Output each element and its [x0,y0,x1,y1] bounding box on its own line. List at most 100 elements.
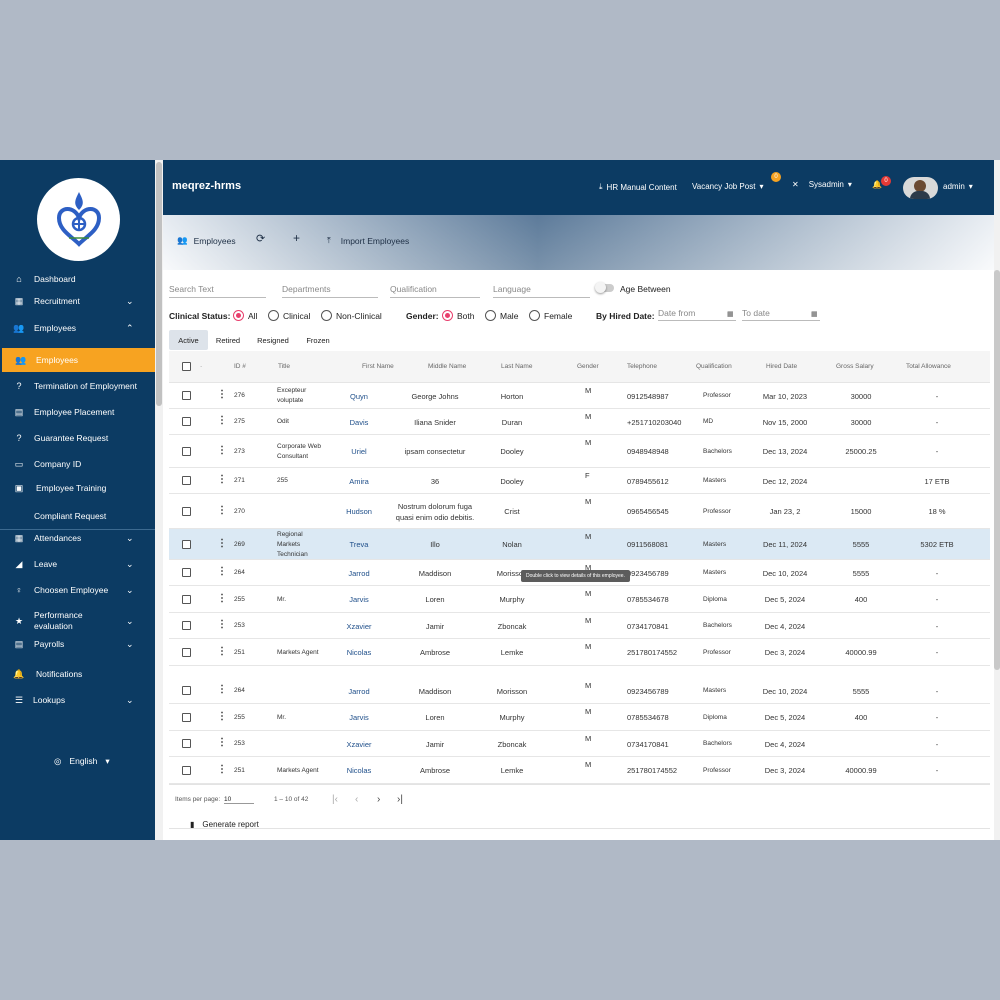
radio-clinical[interactable] [268,310,279,321]
row-actions-icon[interactable]: ⋮ [217,538,227,549]
nav-placement[interactable]: ▤ Employee Placement [0,400,155,424]
radio-gender-both[interactable] [442,310,453,321]
radio-gender-male[interactable] [485,310,496,321]
nav-company-id[interactable]: ▭ Company ID [0,452,155,476]
row-checkbox[interactable] [182,594,191,604]
nav-notifications[interactable]: 🔔 Notifications [0,662,155,686]
table-row[interactable]: ⋮ 253 Xzavier Jamir Zboncak 0734170841 Bachelo… [169,613,990,639]
sysadmin-menu[interactable]: ✕ Sysadmin ▾ [792,180,852,189]
nav-dashboard[interactable]: ⌂ Dashboard [0,267,155,291]
tab-retired[interactable]: Retired [210,330,246,350]
table-row[interactable]: ⋮ 255 Mr. Jarvis Loren Murphy 0785534678 Diplom… [169,704,990,731]
sidebar-scrollbar[interactable] [155,160,163,840]
nav-termination[interactable]: ? Termination of Employment [0,374,155,398]
radio-gender-female[interactable] [529,310,540,321]
scrollbar-thumb[interactable] [156,162,162,406]
first-page-button[interactable]: |‹ [332,794,338,805]
table-row[interactable]: ⋮ 255 Mr. Jarvis Loren Murphy 0785534678 Diplom… [169,586,990,613]
col-header[interactable]: Total Allowance [906,363,951,370]
row-actions-icon[interactable]: ⋮ [217,646,227,657]
tab-frozen[interactable]: Frozen [300,330,336,350]
select-all-checkbox[interactable] [182,362,191,371]
row-actions-icon[interactable]: ⋮ [217,737,227,748]
add-employee-button[interactable]: + [293,231,300,245]
search-input[interactable]: Search Text [169,280,266,298]
table-row[interactable]: ⋮ 271 255 Amira 36 Dooley 0789455612 Masters Dec… [169,468,990,494]
col-header[interactable]: First Name [362,363,394,370]
row-actions-icon[interactable]: ⋮ [217,474,227,485]
scrollbar-thumb[interactable] [994,270,1000,670]
nav-performance[interactable]: ★ Performance evaluation ⌄ [0,609,155,633]
nav-employees-group[interactable]: 👥 Employees ⌃ [0,316,155,340]
col-header[interactable]: Hired Date [766,363,797,370]
row-actions-icon[interactable]: ⋮ [217,593,227,604]
col-header[interactable]: Qualification [696,363,732,370]
row-checkbox[interactable] [182,621,191,630]
row-actions-icon[interactable]: ⋮ [217,684,227,695]
items-per-page-select[interactable]: 10 [224,796,254,804]
row-actions-icon[interactable]: ⋮ [217,566,227,577]
col-header[interactable]: Telephone [627,363,657,370]
nav-guarantee[interactable]: ? Guarantee Request [0,426,155,450]
nav-choosen-employee[interactable]: ♀ Choosen Employee ⌄ [0,578,155,602]
table-row[interactable]: ⋮ 273 Corporate Web Consultant Uriel ipsam c… [169,435,990,468]
row-checkbox[interactable] [182,417,191,426]
nav-attendances[interactable]: ▦ Attendances ⌄ [0,526,155,550]
nav-training[interactable]: ▣ Employee Training [0,476,155,500]
row-actions-icon[interactable]: ⋮ [217,711,227,722]
row-checkbox[interactable] [182,506,191,516]
tab-resigned[interactable]: Resigned [252,330,294,350]
hr-manual-button[interactable]: ⤓ HR Manual Content [599,182,677,192]
table-row[interactable]: ⋮ 251 Markets Agent Nicolas Ambrose Lemke 2517… [169,757,990,784]
col-header[interactable]: ID # [234,363,246,370]
row-actions-icon[interactable]: ⋮ [217,415,227,426]
employees-tab-button[interactable]: 👥 Employees [177,235,236,246]
table-row[interactable]: ⋮ 275 Odit Davis Iliana Snider Duran +25171020… [169,409,990,435]
col-header[interactable]: Gender [577,363,599,370]
tab-active[interactable]: Active [169,330,208,350]
nav-recruitment[interactable]: ▦ Recruitment ⌄ [0,289,155,313]
date-from-input[interactable]: Date from [658,304,736,321]
row-checkbox[interactable] [182,539,191,549]
table-row[interactable]: ⋮ 269 Regional Markets Technician Treva Illo… [169,529,990,560]
calendar-icon[interactable]: ▦ [727,310,734,318]
main-scrollbar[interactable] [994,160,1000,840]
prev-page-button[interactable]: ‹ [355,794,358,805]
col-header[interactable]: Last Name [501,363,532,370]
to-date-input[interactable]: To date [742,304,820,321]
row-checkbox[interactable] [182,391,191,400]
vacancy-job-post-button[interactable]: Vacancy Job Post ▾ [692,182,763,191]
row-actions-icon[interactable]: ⋮ [217,445,227,456]
import-employees-button[interactable]: ⤒ Import Employees [327,235,409,246]
row-actions-icon[interactable]: ⋮ [217,619,227,630]
row-checkbox[interactable] [182,765,191,775]
nav-lookups[interactable]: ☰ Lookups ⌄ [0,688,155,712]
table-row[interactable]: ⋮ 276 Excepteur voluptate Quyn George Johns H… [169,383,990,409]
nav-payrolls[interactable]: ▤ Payrolls ⌄ [0,632,155,656]
col-header[interactable]: Title [278,363,290,370]
departments-select[interactable]: Departments [282,280,378,298]
row-checkbox[interactable] [182,647,191,657]
row-checkbox[interactable] [182,446,191,456]
refresh-button[interactable]: ⟳ [256,232,265,245]
nav-leave[interactable]: ◢ Leave ⌄ [0,552,155,576]
col-header[interactable]: Gross Salary [836,363,874,370]
row-checkbox[interactable] [182,568,191,577]
radio-non-clinical[interactable] [321,310,332,321]
row-checkbox[interactable] [182,712,191,722]
age-between-toggle[interactable] [595,282,614,293]
language-select[interactable]: Language [493,280,590,298]
table-row[interactable]: ⋮ 253 Xzavier Jamir Zboncak 0734170841 Bachelo… [169,731,990,757]
radio-clinical-all[interactable] [233,310,244,321]
row-actions-icon[interactable]: ⋮ [217,764,227,775]
nav-employees[interactable]: 👥 Employees [2,348,155,372]
row-actions-icon[interactable]: ⋮ [217,389,227,400]
table-row[interactable]: ⋮ 251 Markets Agent Nicolas Ambrose Lemke 2517… [169,639,990,666]
row-actions-icon[interactable]: ⋮ [217,505,227,516]
table-row[interactable]: ⋮ 270 Hudson Nostrum dolorum fuga quasi eni… [169,494,990,529]
row-checkbox[interactable] [182,686,191,695]
generate-report-button[interactable]: ▮ Generate report [190,820,259,829]
row-checkbox[interactable] [182,739,191,748]
language-selector[interactable]: ◎ English ▾ [54,756,110,767]
user-menu[interactable]: admin ▾ [943,182,973,191]
